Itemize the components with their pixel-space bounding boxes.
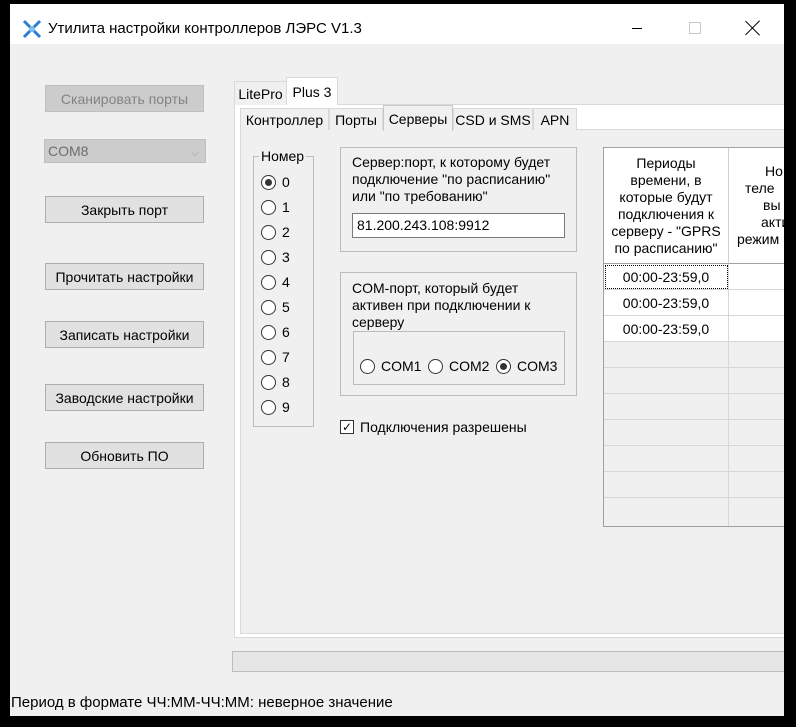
table-row[interactable] (604, 498, 729, 526)
com3-radio[interactable]: COM3 (496, 358, 557, 374)
maximize-button (666, 8, 724, 48)
factory-settings-button[interactable]: Заводские настройки (45, 384, 204, 411)
window-title: Утилита настройки контроллеров ЛЭРС V1.3 (48, 20, 362, 37)
status-bar: Период в формате ЧЧ:ММ-ЧЧ:ММ: неверное з… (10, 690, 784, 716)
status-text: Период в формате ЧЧ:ММ-ЧЧ:ММ: неверное з… (11, 694, 393, 711)
table-cell[interactable] (729, 290, 784, 316)
close-port-button[interactable]: Закрыть порт (45, 196, 204, 223)
checkmark-icon: ✓ (340, 420, 354, 434)
port-select: COM8 ⌵ (44, 139, 206, 163)
table-row[interactable] (604, 394, 729, 420)
number-radio-4[interactable]: 4 (261, 274, 290, 290)
number-radio-0[interactable]: 0 (261, 174, 290, 190)
table-cell[interactable] (729, 472, 784, 498)
table-cell[interactable] (729, 498, 784, 526)
close-button[interactable] (724, 8, 782, 48)
connections-allowed-label: Подключения разрешены (360, 419, 527, 435)
port-select-value: COM8 (48, 143, 89, 159)
com2-radio[interactable]: COM2 (428, 358, 489, 374)
app-icon (22, 19, 42, 39)
table-row[interactable]: 00:00-23:59,0 (604, 290, 729, 316)
table-cell[interactable] (729, 264, 784, 290)
tab-servers[interactable]: Серверы (383, 105, 453, 131)
number-radio-3[interactable]: 3 (261, 249, 290, 265)
schedule-col2-header: Но теле вы акти режим (729, 148, 784, 264)
close-icon (745, 20, 761, 36)
tab-apn[interactable]: APN (533, 108, 577, 130)
read-settings-button[interactable]: Прочитать настройки (45, 263, 204, 290)
table-row[interactable] (604, 472, 729, 498)
table-cell[interactable] (729, 342, 784, 368)
update-firmware-button[interactable]: Обновить ПО (45, 442, 204, 469)
tab-csd-sms[interactable]: CSD и SMS (453, 108, 533, 130)
progress-bar (232, 651, 784, 672)
number-radio-5[interactable]: 5 (261, 299, 290, 315)
tab-controller[interactable]: Контроллер (240, 108, 329, 130)
table-row[interactable] (604, 420, 729, 446)
com1-radio[interactable]: COM1 (360, 358, 421, 374)
schedule-table[interactable]: Периоды времени, в которые будут подключ… (603, 147, 784, 527)
table-cell[interactable] (729, 316, 784, 342)
number-radio-1[interactable]: 1 (261, 199, 290, 215)
tab-litepro[interactable]: LitePro (234, 81, 287, 105)
number-group-label: Номер (259, 148, 307, 164)
table-cell[interactable] (729, 394, 784, 420)
table-cell[interactable] (729, 446, 784, 472)
minimize-icon (632, 27, 642, 29)
number-radio-7[interactable]: 7 (261, 349, 290, 365)
number-radio-6[interactable]: 6 (261, 324, 290, 340)
table-row[interactable] (604, 342, 729, 368)
schedule-col1-header: Периоды времени, в которые будут подключ… (604, 148, 729, 264)
server-port-input[interactable]: 81.200.243.108:9912 (352, 213, 565, 238)
maximize-icon (689, 22, 701, 34)
number-radio-2[interactable]: 2 (261, 224, 290, 240)
table-cell[interactable] (729, 420, 784, 446)
minimize-button[interactable] (608, 8, 666, 48)
chevron-down-icon: ⌵ (191, 148, 199, 159)
scan-ports-button: Сканировать порты (45, 85, 204, 112)
server-port-label: Сервер:порт, к которому будет подключени… (352, 154, 551, 204)
com-port-label: COM-порт, который будет активен при подк… (352, 280, 531, 330)
write-settings-button[interactable]: Записать настройки (45, 321, 204, 348)
table-row[interactable]: 00:00-23:59,0 (604, 264, 729, 290)
tab-ports[interactable]: Порты (329, 108, 383, 130)
table-row[interactable] (604, 446, 729, 472)
connections-allowed-checkbox[interactable]: ✓ Подключения разрешены (340, 419, 527, 435)
title-bar: Утилита настройки контроллеров ЛЭРС V1.3 (10, 4, 784, 44)
number-radio-9[interactable]: 9 (261, 399, 290, 415)
number-radio-8[interactable]: 8 (261, 374, 290, 390)
table-cell[interactable] (729, 368, 784, 394)
table-row[interactable]: 00:00-23:59,0 (604, 316, 729, 342)
tab-plus3[interactable]: Plus 3 (286, 77, 338, 105)
app-window: Утилита настройки контроллеров ЛЭРС V1.3… (10, 4, 784, 716)
table-row[interactable] (604, 368, 729, 394)
